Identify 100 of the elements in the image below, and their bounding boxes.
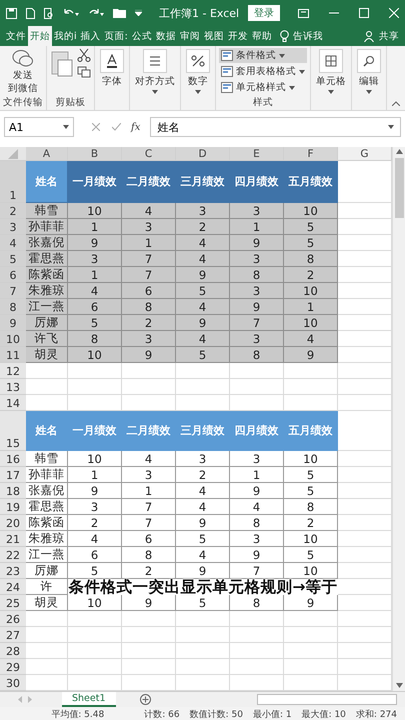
column-header[interactable]: C	[122, 147, 176, 161]
row-number[interactable]: 24	[0, 579, 26, 595]
row-number[interactable]: 10	[0, 331, 26, 347]
row-number[interactable]: 30	[0, 675, 26, 691]
horizontal-scrollbar[interactable]	[257, 694, 397, 705]
close-icon[interactable]	[389, 8, 399, 18]
scroll-up-icon[interactable]	[396, 149, 402, 154]
row-number[interactable]: 1	[0, 161, 26, 203]
vertical-scroll-thumb[interactable]	[394, 158, 404, 218]
sheet-tab[interactable]: Sheet1	[62, 692, 116, 707]
style-menu-button[interactable]: 条件格式	[219, 48, 307, 63]
ribbon-tab[interactable]: 帮助	[250, 26, 274, 46]
ribbon-tab[interactable]: 开发	[226, 26, 250, 46]
number-button[interactable]: 数字	[184, 48, 212, 95]
scroll-down-icon[interactable]	[396, 683, 402, 688]
row-number[interactable]: 21	[0, 531, 26, 547]
ribbon-tab[interactable]: 公式	[130, 26, 154, 46]
new-file-icon[interactable]	[26, 8, 35, 18]
row-number[interactable]: 17	[0, 467, 26, 483]
row-number[interactable]: 7	[0, 283, 26, 299]
font-color-icon	[100, 49, 124, 73]
score-cell: 3	[176, 203, 230, 219]
copy-icon[interactable]	[77, 66, 91, 78]
column-header[interactable]: G	[338, 147, 392, 161]
row-number[interactable]: 29	[0, 659, 26, 675]
check-icon[interactable]	[112, 123, 121, 131]
lightbulb-icon[interactable]	[280, 30, 289, 42]
score-cell: 3	[230, 451, 284, 467]
empty-cell	[176, 627, 230, 643]
row-number[interactable]: 9	[0, 315, 26, 331]
customize-toolbar-icon[interactable]	[135, 10, 142, 16]
row-number[interactable]: 5	[0, 251, 26, 267]
row-number[interactable]: 19	[0, 499, 26, 515]
score-cell: 9	[122, 347, 176, 363]
add-sheet-icon[interactable]	[140, 694, 151, 705]
row-number[interactable]: 14	[0, 395, 26, 411]
ribbon-tab[interactable]: 我的i	[52, 26, 79, 46]
score-cell: 1	[122, 483, 176, 499]
row-number[interactable]: 2	[0, 203, 26, 219]
tell-me-link[interactable]: 告诉我	[292, 30, 323, 42]
ribbon-tab[interactable]: 视图	[202, 26, 226, 46]
row-number[interactable]: 16	[0, 451, 26, 467]
person-icon[interactable]	[364, 30, 375, 42]
row-number[interactable]: 4	[0, 235, 26, 251]
style-menu-button[interactable]: 单元格样式	[219, 80, 307, 95]
row-number[interactable]: 15	[0, 411, 26, 451]
style-menu-button[interactable]: 套用表格格式	[219, 64, 307, 79]
row-number[interactable]: 3	[0, 219, 26, 235]
score-cell: 2	[176, 219, 230, 235]
cells-button[interactable]: 单元格	[314, 48, 348, 95]
folder-icon[interactable]	[113, 8, 126, 18]
print-preview-icon[interactable]	[44, 8, 54, 18]
row-number[interactable]: 27	[0, 627, 26, 643]
font-button[interactable]: 字体	[98, 48, 126, 89]
row-number[interactable]: 23	[0, 563, 26, 579]
column-header[interactable]: E	[230, 147, 284, 161]
ribbon-tab[interactable]: 页面:	[102, 26, 130, 46]
send-to-wechat-button[interactable]: 发送 到微信	[6, 48, 40, 96]
ribbon-tab[interactable]: 开始	[28, 26, 52, 46]
row-number[interactable]: 18	[0, 483, 26, 499]
empty-cell	[284, 379, 338, 395]
maximize-icon[interactable]	[358, 8, 369, 18]
ribbon-tab[interactable]: 文件	[4, 26, 28, 46]
save-icon[interactable]	[6, 8, 17, 18]
score-cell: 9	[68, 235, 122, 251]
ribbon-tab[interactable]: 审阅	[178, 26, 202, 46]
group-label: 文件传输	[3, 96, 43, 110]
row-number[interactable]: 11	[0, 347, 26, 363]
name-cell: 韩雪	[26, 451, 68, 467]
ribbon-tab[interactable]: 数据	[154, 26, 178, 46]
login-button[interactable]: 登录	[248, 5, 280, 21]
ribbon-display-icon[interactable]	[298, 8, 310, 18]
name-box[interactable]: A1	[4, 117, 74, 137]
undo-icon[interactable]	[63, 8, 79, 18]
edit-button[interactable]: 编辑	[355, 48, 383, 95]
column-header[interactable]: A	[26, 147, 68, 161]
column-header[interactable]: F	[284, 147, 338, 161]
row-number[interactable]: 25	[0, 595, 26, 611]
score-cell: 8	[230, 267, 284, 283]
row-number[interactable]: 13	[0, 379, 26, 395]
column-header[interactable]: B	[68, 147, 122, 161]
redo-icon[interactable]	[88, 8, 104, 18]
row-number[interactable]: 22	[0, 547, 26, 563]
share-button[interactable]: 共享	[379, 30, 399, 42]
row-number[interactable]: 8	[0, 299, 26, 315]
alignment-button[interactable]: 对齐方式	[133, 48, 177, 95]
row-number[interactable]: 6	[0, 267, 26, 283]
row-number[interactable]: 20	[0, 515, 26, 531]
row-number[interactable]: 26	[0, 611, 26, 627]
column-heading-cell: 姓名	[26, 411, 68, 451]
insert-function-button[interactable]: fx	[131, 122, 140, 132]
score-cell: 2	[176, 467, 230, 483]
collapse-ribbon-icon[interactable]	[392, 101, 400, 106]
ribbon-tab[interactable]: 插入	[78, 26, 103, 46]
column-header[interactable]: D	[176, 147, 230, 161]
minimize-icon[interactable]	[328, 12, 339, 14]
row-number[interactable]: 12	[0, 363, 26, 379]
row-number[interactable]: 28	[0, 643, 26, 659]
cut-icon[interactable]	[77, 48, 91, 62]
formula-input[interactable]: 姓名	[150, 117, 401, 137]
